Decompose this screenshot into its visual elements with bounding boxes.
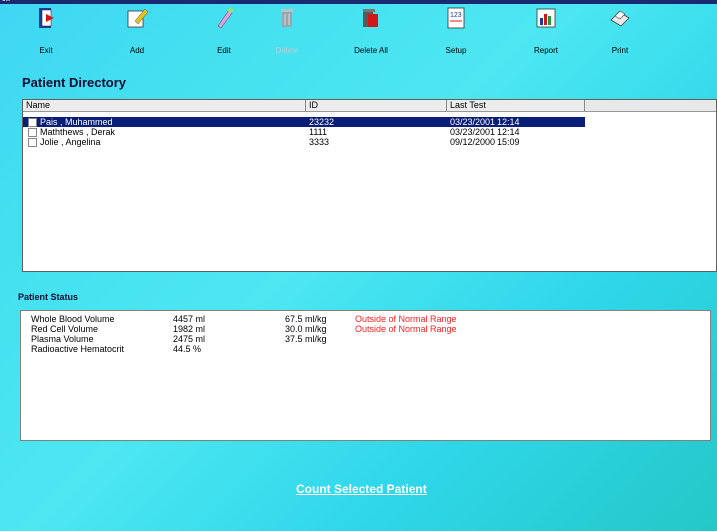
patient-row[interactable]: Jolie , Angelina 3333 09/12/2000 15:09 (23, 137, 585, 147)
delete-label: Delete (275, 46, 299, 55)
delete-all-icon (363, 9, 378, 27)
toolbar: Exit Add Edit Delete Delete All 123 Setu… (0, 6, 717, 66)
exit-button[interactable]: Exit (16, 6, 76, 55)
status-value: 2475 ml (173, 334, 206, 344)
status-per-kg: 67.5 ml/kg (285, 314, 327, 324)
row-checkbox[interactable] (28, 138, 37, 147)
status-value: 1982 ml (173, 324, 206, 334)
row-checkbox[interactable] (28, 128, 37, 137)
status-label: Plasma Volume (31, 334, 94, 344)
setup-label: Setup (445, 46, 467, 55)
svg-text:123: 123 (450, 12, 462, 19)
add-button[interactable]: Add (107, 6, 167, 55)
status-value: 44.5 % (173, 344, 202, 354)
row-checkbox[interactable] (28, 118, 37, 127)
status-warning: Outside of Normal Range (355, 324, 457, 334)
status-label: Red Cell Volume (31, 324, 99, 334)
count-selected-patient-button[interactable]: Count Selected Patient (296, 482, 427, 496)
last-test-time: 12:14 (497, 127, 520, 137)
setup-icon: 123 (447, 7, 465, 29)
report-button[interactable]: Report (516, 6, 576, 55)
report-icon (536, 8, 556, 28)
patient-id: 23232 (309, 117, 335, 127)
status-warning: Outside of Normal Range (355, 314, 457, 324)
status-row: Whole Blood Volume 4457 ml 67.5 ml/kg Ou… (21, 314, 710, 324)
last-test-date: 03/23/2001 (450, 117, 496, 127)
patient-name: Maththews , Derak (40, 127, 116, 137)
edit-label: Edit (217, 46, 231, 55)
delete-all-label: Delete All (354, 46, 388, 55)
edit-icon (217, 7, 234, 29)
delete-button[interactable]: Delete (257, 6, 317, 55)
edit-button[interactable]: Edit (194, 6, 254, 55)
status-per-kg: 30.0 ml/kg (285, 324, 327, 334)
status-label: Whole Blood Volume (31, 314, 115, 324)
status-label: Radioactive Hematocrit (31, 344, 125, 354)
patient-row[interactable]: Pais , Muhammed 23232 03/23/2001 12:14 (23, 117, 585, 127)
title-bar: ott (0, 0, 717, 4)
print-label: Print (611, 46, 629, 55)
patient-id: 3333 (309, 137, 330, 147)
patient-status-panel: Whole Blood Volume 4457 ml 67.5 ml/kg Ou… (20, 310, 711, 441)
window-title: ott (2, 0, 10, 3)
print-icon (610, 10, 630, 27)
delete-all-button[interactable]: Delete All (341, 6, 401, 55)
last-test-date: 03/23/2001 (450, 127, 496, 137)
last-test-time: 12:14 (497, 117, 520, 127)
status-value: 4457 ml (173, 314, 206, 324)
status-row: Radioactive Hematocrit 44.5 % (21, 344, 710, 354)
status-row: Plasma Volume 2475 ml 37.5 ml/kg (21, 334, 710, 344)
last-test-time: 15:09 (497, 137, 520, 147)
exit-icon (39, 8, 54, 28)
exit-label: Exit (39, 46, 53, 55)
setup-button[interactable]: 123 Setup (426, 6, 486, 55)
patient-id: 1111 (309, 127, 328, 137)
status-row: Red Cell Volume 1982 ml 30.0 ml/kg Outsi… (21, 324, 710, 334)
add-label: Add (129, 46, 145, 55)
patient-directory-title: Patient Directory (22, 75, 127, 90)
patient-name: Jolie , Angelina (40, 137, 101, 147)
last-test-date: 09/12/2000 (450, 137, 496, 147)
patient-list-header: Name ID Last Test (23, 100, 716, 112)
patient-row[interactable]: Maththews , Derak 1111 03/23/2001 12:14 (23, 127, 585, 137)
status-per-kg: 37.5 ml/kg (285, 334, 327, 344)
report-label: Report (533, 46, 558, 55)
patient-status-title: Patient Status (18, 292, 79, 302)
column-header-last-test[interactable]: Last Test (447, 100, 585, 111)
patient-name: Pais , Muhammed (40, 117, 113, 127)
delete-icon (281, 9, 293, 27)
add-icon (127, 8, 149, 28)
column-header-id[interactable]: ID (306, 100, 447, 111)
print-button[interactable]: Print (590, 6, 650, 55)
patient-list[interactable]: Name ID Last Test Pais , Muhammed 23232 … (22, 99, 717, 272)
column-header-name[interactable]: Name (23, 100, 306, 111)
